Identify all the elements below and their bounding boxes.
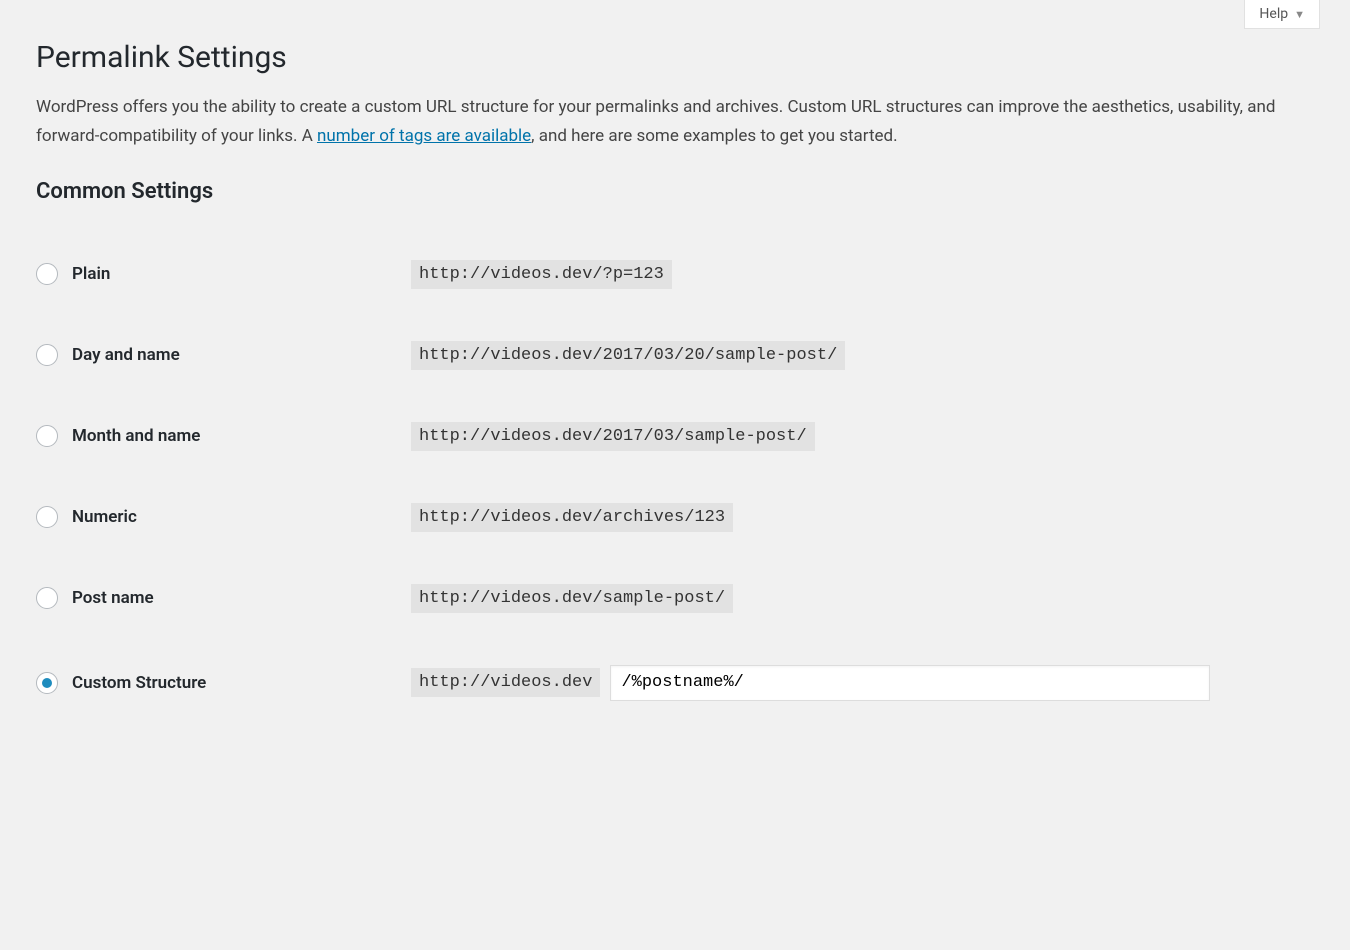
option-post-name[interactable]: Post name — [36, 587, 401, 609]
option-month-name-label: Month and name — [72, 426, 200, 446]
option-numeric-label: Numeric — [72, 507, 137, 527]
radio-month-name[interactable] — [36, 425, 58, 447]
radio-plain[interactable] — [36, 263, 58, 285]
content-wrap: Permalink Settings WordPress offers you … — [0, 0, 1350, 767]
option-day-name[interactable]: Day and name — [36, 344, 401, 366]
radio-post-name[interactable] — [36, 587, 58, 609]
option-custom-label: Custom Structure — [72, 673, 206, 693]
tags-link[interactable]: number of tags are available — [317, 126, 531, 146]
example-post-name: http://videos.dev/sample-post/ — [411, 584, 733, 613]
radio-numeric[interactable] — [36, 506, 58, 528]
custom-prefix: http://videos.dev — [411, 668, 600, 697]
example-day-name: http://videos.dev/2017/03/20/sample-post… — [411, 341, 845, 370]
example-numeric: http://videos.dev/archives/123 — [411, 503, 733, 532]
option-numeric[interactable]: Numeric — [36, 506, 401, 528]
intro-paragraph: WordPress offers you the ability to crea… — [36, 93, 1276, 151]
option-custom[interactable]: Custom Structure — [36, 672, 401, 694]
example-month-name: http://videos.dev/2017/03/sample-post/ — [411, 422, 815, 451]
radio-custom[interactable] — [36, 672, 58, 694]
radio-day-name[interactable] — [36, 344, 58, 366]
option-day-name-label: Day and name — [72, 345, 180, 365]
settings-table: Plain http://videos.dev/?p=123 Day and n… — [36, 234, 1314, 727]
page-title: Permalink Settings — [36, 40, 1314, 75]
option-month-name[interactable]: Month and name — [36, 425, 401, 447]
option-post-name-label: Post name — [72, 588, 154, 608]
option-plain-label: Plain — [72, 264, 110, 284]
custom-structure-row: http://videos.dev — [411, 665, 1304, 701]
section-title: Common Settings — [36, 179, 1314, 204]
option-plain[interactable]: Plain — [36, 263, 401, 285]
example-plain: http://videos.dev/?p=123 — [411, 260, 672, 289]
custom-structure-input[interactable] — [610, 665, 1210, 701]
intro-text-after: , and here are some examples to get you … — [531, 126, 897, 146]
